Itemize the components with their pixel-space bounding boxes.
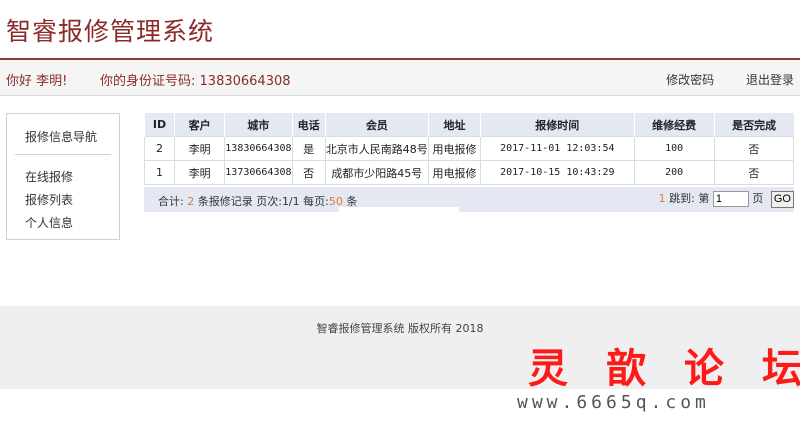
cell-completed: 否 bbox=[713, 136, 795, 161]
jump-label: 跳到: 第 bbox=[669, 192, 710, 205]
cell-phone: 是 bbox=[291, 136, 326, 161]
col-header-member: 会员 bbox=[324, 113, 429, 137]
col-header-city: 城市 bbox=[224, 113, 293, 137]
cell-member: 成都市少阳路45号 bbox=[324, 160, 429, 185]
app-title: 智睿报修管理系统 bbox=[6, 17, 215, 46]
col-header-customer: 客户 bbox=[174, 113, 225, 137]
pages-value: 1/1 bbox=[281, 195, 300, 208]
cell-cost: 100 bbox=[633, 136, 715, 161]
cell-customer: 李明 bbox=[174, 160, 226, 185]
sidebar-divider bbox=[15, 154, 111, 155]
watermark-url: www.6665q.com bbox=[517, 392, 710, 413]
col-header-id: ID bbox=[143, 113, 175, 137]
table-row[interactable]: 2 李明 13830664308 是 北京市人民南路48号 用电报修 2017-… bbox=[143, 136, 795, 161]
cell-repair-time: 2017-10-15 10:43:29 bbox=[480, 160, 635, 185]
change-password-link[interactable]: 修改密码 bbox=[666, 73, 714, 87]
go-button[interactable]: GO bbox=[770, 190, 794, 208]
cell-member: 北京市人民南路48号 bbox=[324, 136, 429, 161]
cell-repair-time: 2017-11-01 12:03:54 bbox=[480, 136, 635, 161]
copyright: 智睿报修管理系统 版权所有 2018 bbox=[316, 322, 484, 335]
header: 智睿报修管理系统 bbox=[0, 0, 800, 60]
col-header-completed: 是否完成 bbox=[713, 113, 794, 137]
id-label: 你的身份证号码: bbox=[100, 74, 196, 89]
blank-area bbox=[339, 207, 459, 241]
top-nav: 修改密码 退出登录 bbox=[638, 71, 794, 88]
cell-city: 13830664308 bbox=[224, 136, 293, 161]
per-page-label: 每页: bbox=[303, 195, 329, 208]
table-row[interactable]: 1 李明 13730664308 否 成都市少阳路45号 用电报修 2017-1… bbox=[143, 160, 795, 185]
sidebar: 报修信息导航 在线报修 报修列表 个人信息 bbox=[6, 113, 120, 240]
col-header-cost: 维修经费 bbox=[633, 113, 715, 137]
pagination-bar: 合计: 2 条报修记录 页次:1/1 每页:50 条 1 跳到: 第 页 GO bbox=[144, 187, 794, 212]
watermark-title: 灵歆论坛 bbox=[528, 345, 800, 392]
pagination-summary: 合计: 2 条报修记录 页次:1/1 每页:50 条 bbox=[158, 193, 357, 209]
page-jump-input[interactable] bbox=[712, 191, 749, 207]
cell-id: 1 bbox=[143, 160, 176, 185]
col-header-phone: 电话 bbox=[291, 113, 326, 137]
id-value: 13830664308 bbox=[199, 74, 291, 89]
cell-cost: 200 bbox=[633, 160, 715, 185]
col-header-repair-time: 报修时间 bbox=[480, 113, 634, 137]
page-jump: 1 跳到: 第 页 GO bbox=[659, 190, 794, 208]
cell-completed: 否 bbox=[713, 160, 795, 185]
cell-id: 2 bbox=[143, 136, 176, 161]
page: 智睿报修管理系统 你好 李明! 你的身份证号码: 13830664308 修改密… bbox=[0, 0, 800, 427]
page-unit: 页 bbox=[752, 192, 764, 205]
sidebar-heading: 报修信息导航 bbox=[25, 130, 98, 144]
jump-count: 1 bbox=[658, 192, 666, 205]
total-suffix: 条报修记录 bbox=[197, 195, 253, 208]
table-header-row: ID 客户 城市 电话 会员 地址 报修时间 维修经费 是否完成 bbox=[143, 113, 794, 137]
sidebar-item-repair-list[interactable]: 报修列表 bbox=[25, 191, 73, 208]
cell-city: 13730664308 bbox=[224, 160, 293, 185]
cell-phone: 否 bbox=[291, 160, 326, 185]
col-header-address: 地址 bbox=[427, 113, 481, 137]
total-prefix: 合计: bbox=[158, 195, 184, 208]
logout-link[interactable]: 退出登录 bbox=[746, 73, 794, 87]
total-count: 2 bbox=[187, 195, 195, 208]
id-number: 你的身份证号码: 13830664308 bbox=[100, 70, 291, 89]
pages-label: 页次: bbox=[256, 195, 282, 208]
cell-customer: 李明 bbox=[174, 136, 226, 161]
greeting: 你好 李明! bbox=[6, 74, 68, 89]
sidebar-item-profile[interactable]: 个人信息 bbox=[25, 214, 73, 231]
sidebar-item-online-repair[interactable]: 在线报修 bbox=[25, 168, 73, 185]
cell-address: 用电报修 bbox=[427, 136, 482, 161]
user-bar: 你好 李明! 你的身份证号码: 13830664308 修改密码 退出登录 bbox=[0, 60, 800, 96]
repair-table: ID 客户 城市 电话 会员 地址 报修时间 维修经费 是否完成 2 李明 13… bbox=[143, 113, 795, 185]
cell-address: 用电报修 bbox=[427, 160, 482, 185]
